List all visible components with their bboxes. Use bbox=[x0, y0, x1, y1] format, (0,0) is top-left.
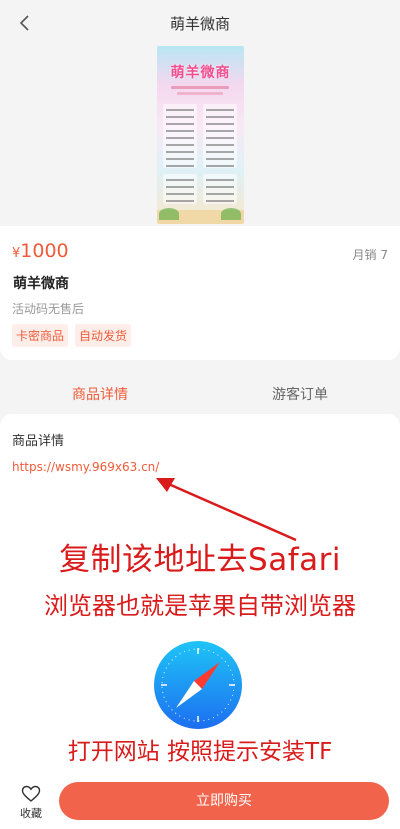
tab-product-details[interactable]: 商品详情 bbox=[72, 384, 128, 404]
product-image-area: 萌羊微商 bbox=[0, 46, 400, 226]
price-value: 1000 bbox=[20, 240, 69, 262]
heart-icon bbox=[21, 785, 41, 802]
detail-tabs: 商品详情 游客订单 bbox=[0, 372, 400, 412]
poster-title: 萌羊微商 bbox=[170, 65, 231, 81]
product-name: 萌羊微商 bbox=[13, 276, 69, 292]
bottom-action-bar: 收藏 立即购买 bbox=[0, 779, 400, 829]
tag-auto-delivery: 自动发货 bbox=[75, 324, 132, 347]
safari-compass-icon bbox=[154, 641, 242, 729]
product-detail-panel: 商品详情 https://wsmy.969x63.cn/ 复制该地址去Safar… bbox=[0, 414, 400, 779]
product-poster-image[interactable]: 萌羊微商 bbox=[157, 46, 244, 224]
red-arrow-annotation bbox=[156, 478, 297, 542]
favorite-button[interactable]: 收藏 bbox=[16, 785, 46, 821]
instruction-line-1: 复制该地址去Safari bbox=[59, 542, 341, 578]
buy-now-button[interactable]: 立即购买 bbox=[59, 782, 389, 820]
tag-card-code: 卡密商品 bbox=[12, 324, 69, 347]
product-tags: 卡密商品 自动发货 bbox=[12, 324, 132, 347]
page-title: 萌羊微商 bbox=[169, 15, 230, 33]
tab-guest-orders[interactable]: 游客订单 bbox=[272, 384, 328, 404]
instruction-line-2: 浏览器也就是苹果自带浏览器 bbox=[44, 592, 356, 620]
monthly-sales: 月销 7 bbox=[352, 248, 388, 262]
product-info-card: ¥1000 月销 7 萌羊微商 活动码无售后 卡密商品 自动发货 bbox=[0, 226, 400, 360]
favorite-label: 收藏 bbox=[20, 807, 42, 820]
top-nav-bar: 萌羊微商 bbox=[0, 0, 400, 46]
price: ¥1000 bbox=[12, 240, 69, 262]
instruction-line-3: 打开网站 按照提示安装TF bbox=[67, 739, 333, 765]
product-subtitle: 活动码无售后 bbox=[12, 302, 85, 316]
